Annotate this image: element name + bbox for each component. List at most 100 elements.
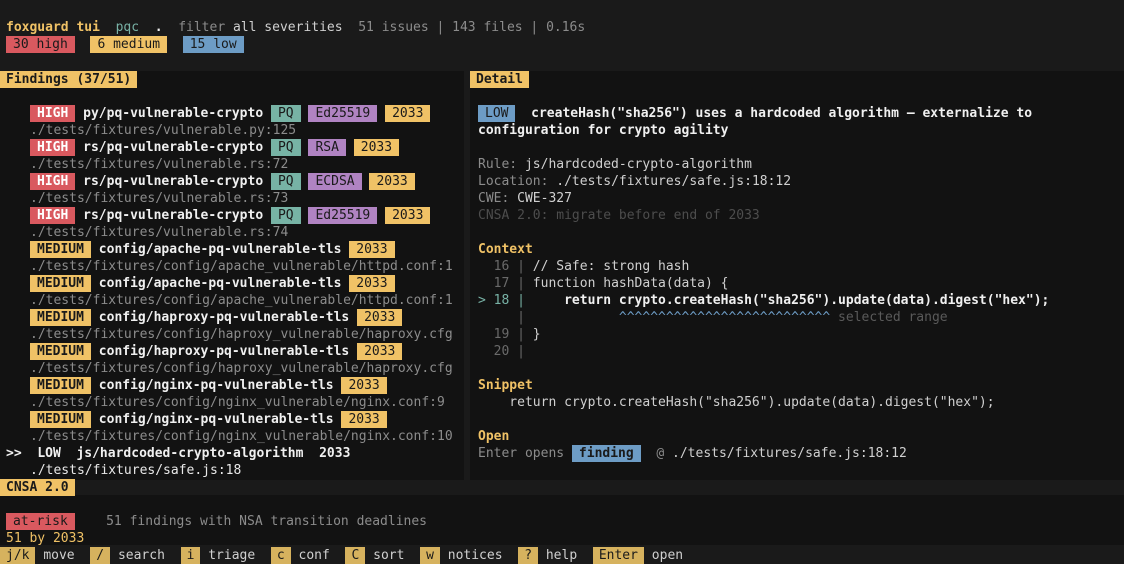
footer-hint-help[interactable]: ? help <box>518 547 593 564</box>
finding-rule: config/nginx-pq-vulnerable-tls <box>98 412 334 427</box>
finding-item[interactable]: MEDIUM config/apache-pq-vulnerable-tls 2… <box>30 275 395 292</box>
detail-message-line-1: LOW createHash("sha256") uses a hardcode… <box>478 105 1032 122</box>
high-count-badge: 30 high <box>6 36 75 53</box>
algorithm-badge: Ed25519 <box>308 207 378 224</box>
pq-badge: PQ <box>270 207 301 224</box>
cnsa-count: 51 by 2033 <box>6 531 85 546</box>
footer-label: sort <box>373 548 405 563</box>
finding-path-text: ./tests/fixtures/vulnerable.py:125 <box>30 123 297 138</box>
footer-key: w <box>420 547 440 564</box>
footer-hint-open[interactable]: Enter open <box>592 547 699 564</box>
footer-label: help <box>545 548 578 563</box>
finding-severity-badge: HIGH <box>30 105 76 122</box>
open-title: Open <box>478 429 510 444</box>
finding-item[interactable]: MEDIUM config/haproxy-pq-vulnerable-tls … <box>30 343 403 360</box>
finding-item[interactable]: HIGH rs/pq-vulnerable-crypto PQ RSA 2033 <box>30 139 400 156</box>
finding-severity-badge: HIGH <box>30 207 76 224</box>
footer-key: / <box>90 547 111 564</box>
open-prefix: Enter opens <box>478 446 565 461</box>
finding-path: ./tests/fixtures/config/haproxy_vulnerab… <box>30 360 462 377</box>
footer-hint-move[interactable]: j/k move <box>0 547 90 564</box>
selected-range-note: selected range <box>830 310 948 325</box>
deadline-year-badge: 2033 <box>385 207 431 224</box>
finding-item[interactable]: MEDIUM config/nginx-pq-vulnerable-tls 20… <box>30 377 387 394</box>
deadline-year-badge: 2033 <box>357 309 403 326</box>
line-gutter: 20 | <box>478 344 533 359</box>
footer-label: move <box>43 548 75 563</box>
selection-marker: >> <box>6 446 22 461</box>
footer-label: triage <box>208 548 256 563</box>
deadline-year-badge: 2033 <box>357 343 403 360</box>
context-line: 17 | function hashData(data) { <box>478 275 729 292</box>
finding-rule: config/haproxy-pq-vulnerable-tls <box>98 344 350 359</box>
medium-count-badge: 6 medium <box>90 36 168 53</box>
footer-hint-sort[interactable]: C sort <box>345 547 420 564</box>
pq-badge: PQ <box>270 173 301 190</box>
mode-label: pqc <box>115 20 140 35</box>
context-title: Context <box>478 242 533 257</box>
footer-hint-search[interactable]: / search <box>90 547 180 564</box>
selection-caret: ^^^^^^^^^^^^^^^^^^^^^^^^^^^ <box>532 310 831 325</box>
footer-key: i <box>180 547 201 564</box>
findings-title: Findings (37/51) <box>0 71 138 88</box>
finding-severity-badge: MEDIUM <box>30 343 91 360</box>
code-text: } <box>532 327 541 342</box>
finding-path-text: ./tests/fixtures/config/nginx_vulnerable… <box>30 429 453 444</box>
line-gutter: > 18 | <box>478 293 533 308</box>
code-text: return crypto.createHash("sha256").updat… <box>532 293 1050 308</box>
finding-path: ./tests/fixtures/config/nginx_vulnerable… <box>30 428 462 445</box>
pq-badge: PQ <box>270 105 301 122</box>
app-title: foxguard tui <box>6 20 100 35</box>
finding-severity-badge: MEDIUM <box>30 411 91 428</box>
selected-severity: LOW <box>37 446 61 461</box>
finding-severity-badge: MEDIUM <box>30 241 91 258</box>
finding-severity-badge: HIGH <box>30 139 76 156</box>
finding-path-text: ./tests/fixtures/vulnerable.rs:73 <box>30 191 289 206</box>
filter-value[interactable]: all severities <box>233 20 343 35</box>
detail-message-line-2: configuration for crypto agility <box>478 123 729 138</box>
detail-rule: Rule: js/hardcoded-crypto-algorithm <box>478 157 752 172</box>
finding-path-text: ./tests/fixtures/config/apache_vulnerabl… <box>30 259 453 274</box>
footer-hint-triage[interactable]: i triage <box>180 547 271 564</box>
selected-finding[interactable]: >> LOW js/hardcoded-crypto-algorithm 203… <box>6 445 350 462</box>
footer-hint-conf[interactable]: c conf <box>270 547 346 564</box>
cnsa-status-line: at-risk 51 findings with NSA transition … <box>6 513 427 530</box>
filter-label: filter <box>178 20 226 35</box>
finding-rule: config/haproxy-pq-vulnerable-tls <box>98 310 350 325</box>
finding-item[interactable]: MEDIUM config/apache-pq-vulnerable-tls 2… <box>30 241 395 258</box>
finding-item[interactable]: HIGH py/pq-vulnerable-crypto PQ Ed25519 … <box>30 105 431 122</box>
footer-label: search <box>117 548 165 563</box>
line-gutter: | <box>478 310 533 325</box>
code-text: function hashData(data) { <box>532 276 729 291</box>
finding-path: ./tests/fixtures/vulnerable.rs:73 <box>30 190 462 207</box>
footer-key: c <box>270 547 291 564</box>
finding-item[interactable]: MEDIUM config/haproxy-pq-vulnerable-tls … <box>30 309 403 326</box>
finding-path-text: ./tests/fixtures/vulnerable.rs:74 <box>30 225 289 240</box>
open-path[interactable]: ./tests/fixtures/safe.js:18:12 <box>672 446 907 461</box>
context-line: 20 | <box>478 343 533 360</box>
finding-item[interactable]: HIGH rs/pq-vulnerable-crypto PQ Ed25519 … <box>30 207 431 224</box>
footer-label: notices <box>447 548 503 563</box>
snippet-code: return crypto.createHash("sha256").updat… <box>478 395 995 410</box>
severity-badges: 30 high 6 medium 15 low <box>6 36 244 53</box>
dot-label: . <box>154 20 163 35</box>
context-line: 16 | // Safe: strong hash <box>478 258 690 275</box>
code-text: // Safe: strong hash <box>532 259 690 274</box>
algorithm-badge: Ed25519 <box>308 105 378 122</box>
footer-label: open <box>651 548 684 563</box>
finding-path-text: ./tests/fixtures/config/haproxy_vulnerab… <box>30 327 453 342</box>
header-line: foxguard tui pqc . filter all severities… <box>6 19 585 36</box>
footer-hint-notices[interactable]: w notices <box>420 547 518 564</box>
finding-item[interactable]: HIGH rs/pq-vulnerable-crypto PQ ECDSA 20… <box>30 173 415 190</box>
selected-rule: js/hardcoded-crypto-algorithm <box>76 446 304 461</box>
finding-path: ./tests/fixtures/vulnerable.py:125 <box>30 122 462 139</box>
footer-key: j/k <box>0 547 36 564</box>
deadline-year-badge: 2033 <box>353 139 400 156</box>
line-gutter: 17 | <box>478 276 533 291</box>
selected-path: ./tests/fixtures/safe.js:18 <box>30 463 242 478</box>
open-target-button[interactable]: finding <box>571 445 641 462</box>
finding-path: ./tests/fixtures/config/haproxy_vulnerab… <box>30 326 462 343</box>
finding-rule: py/pq-vulnerable-crypto <box>83 106 264 121</box>
finding-severity-badge: MEDIUM <box>30 309 91 326</box>
finding-item[interactable]: MEDIUM config/nginx-pq-vulnerable-tls 20… <box>30 411 387 428</box>
